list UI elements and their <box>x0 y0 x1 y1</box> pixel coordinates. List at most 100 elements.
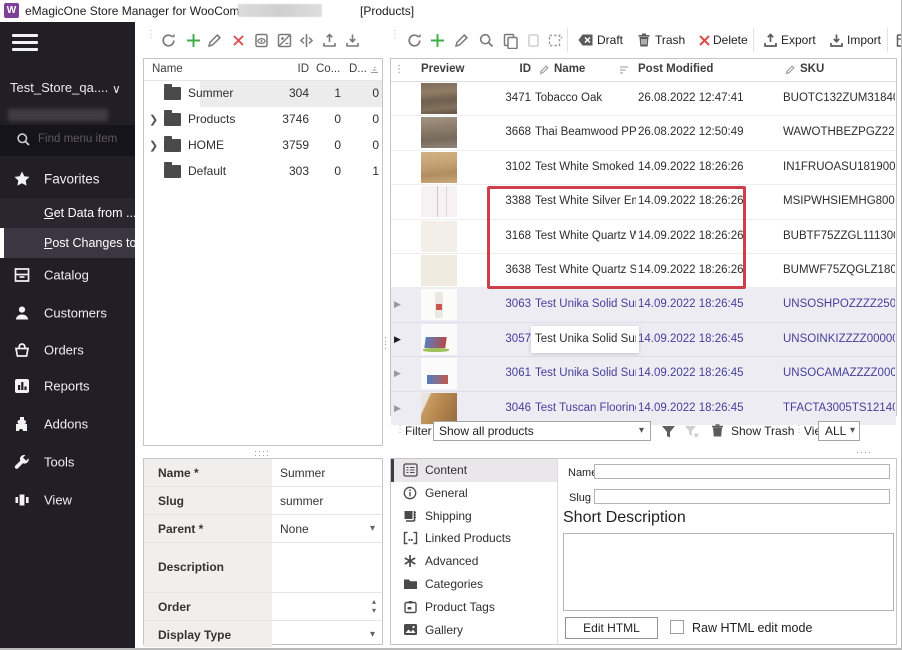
export-button[interactable]: Export <box>781 29 816 51</box>
slug-input[interactable] <box>594 489 890 504</box>
sidebar-item-favorites[interactable]: Favorites <box>0 162 135 196</box>
sidebar-item-catalog[interactable]: Catalog <box>0 258 135 292</box>
add-product-button[interactable] <box>426 29 448 51</box>
sidebar-item-post-changes[interactable]: Post Changes to... <box>0 228 135 258</box>
col-sku[interactable]: SKU <box>800 63 824 75</box>
row-expand-icon[interactable]: ▶ <box>394 299 401 310</box>
col-id[interactable]: ID <box>479 63 531 75</box>
tab-categories[interactable]: Categories <box>391 573 557 596</box>
sidebar-item-get-data[interactable]: Get Data from ... <box>0 198 135 228</box>
edit-category-button[interactable] <box>203 29 225 51</box>
trash-icon[interactable] <box>710 423 725 439</box>
col-name[interactable]: Name <box>554 63 585 75</box>
sidebar-item-reports[interactable]: Reports <box>0 369 135 403</box>
clear-filter-icon[interactable] <box>683 423 700 440</box>
hamburger-menu-icon[interactable] <box>12 34 38 52</box>
name-field[interactable]: Summer <box>280 466 325 480</box>
draft-icon[interactable] <box>575 29 597 51</box>
delete-x-icon[interactable] <box>693 29 715 51</box>
product-row[interactable]: 3168 Test White Quartz Wo 14.09.2022 18:… <box>391 220 896 254</box>
sidebar-item-customers[interactable]: Customers <box>0 296 135 330</box>
product-row[interactable]: 3668 Thai Beamwood PP797 26.08.2022 12:5… <box>391 116 896 150</box>
delete-category-button[interactable] <box>227 29 249 51</box>
export-categories-icon[interactable] <box>318 29 340 51</box>
product-row[interactable]: 3638 Test White Quartz Spla 14.09.2022 1… <box>391 254 896 288</box>
search-products-button[interactable] <box>475 29 497 51</box>
name-input[interactable] <box>594 464 890 479</box>
col-name[interactable]: Name <box>152 63 183 75</box>
product-row[interactable]: 3102 Test White Smoked Oa 14.09.2022 18:… <box>391 151 896 185</box>
row-expand-icon[interactable]: ▶ <box>394 403 401 414</box>
mass-operations-icon[interactable] <box>893 29 902 51</box>
spinner-stepper[interactable]: ▴▾ <box>372 597 376 615</box>
product-row[interactable]: ▶ 3061 Test Unika Solid Surfa 14.09.2022… <box>391 357 896 391</box>
slug-field[interactable]: summer <box>280 494 323 508</box>
horizontal-splitter[interactable]: ········ <box>254 449 270 457</box>
apply-filter-icon[interactable] <box>660 423 677 440</box>
raw-html-checkbox[interactable] <box>670 620 684 634</box>
filterbar-grip[interactable]: ⋮ <box>794 427 800 432</box>
draft-button[interactable]: Draft <box>597 29 623 51</box>
expand-chevron-icon[interactable]: ❯ <box>149 139 158 152</box>
view-dropdown[interactable]: ALL ▾ <box>818 421 860 441</box>
col-count[interactable]: Co... <box>316 63 340 75</box>
product-row-current[interactable]: ▶ 3057 Test Unika Solid Surfa 14.09.2022… <box>391 323 896 357</box>
chevron-down-icon[interactable]: ▾ <box>370 523 375 534</box>
delete-button[interactable]: Delete <box>713 29 748 51</box>
tree-row-summer[interactable]: Summer 304 1 0 <box>144 81 382 107</box>
sidebar-item-view[interactable]: View <box>0 483 135 517</box>
tab-gallery[interactable]: Gallery <box>391 619 557 642</box>
refresh-categories-button[interactable] <box>157 29 179 51</box>
tab-shipping[interactable]: Shipping <box>391 505 557 528</box>
edit-html-button[interactable]: Edit HTML <box>565 617 658 639</box>
import-categories-icon[interactable] <box>341 29 363 51</box>
duplicate-dashed-button[interactable] <box>543 29 565 51</box>
col-id[interactable]: ID <box>264 63 309 75</box>
sidebar-item-orders[interactable]: Orders <box>0 333 135 367</box>
refresh-products-button[interactable] <box>403 29 425 51</box>
tab-advanced[interactable]: Advanced <box>391 550 557 573</box>
product-row[interactable]: 3471 Tobacco Oak 26.08.2022 12:47:41 BUO… <box>391 82 896 116</box>
product-row[interactable]: ▶ 3063 Test Unika Solid Surfa 14.09.2022… <box>391 288 896 322</box>
edit-product-button[interactable] <box>450 29 472 51</box>
split-view-icon[interactable] <box>295 29 317 51</box>
row-expand-icon[interactable]: ▶ <box>394 368 401 379</box>
tree-row-home[interactable]: ❯ HOME 3759 0 0 <box>144 133 382 159</box>
export-icon[interactable] <box>759 29 781 51</box>
tab-linked-products[interactable]: Linked Products <box>391 527 557 550</box>
toolbar-grip[interactable]: ⋮ <box>146 32 152 37</box>
sidebar-item-tools[interactable]: Tools <box>0 445 135 479</box>
menu-search[interactable]: Find menu item <box>0 125 135 156</box>
category-tree-header[interactable]: Name ID Co... D... <box>144 59 382 81</box>
trash-icon[interactable] <box>633 29 655 51</box>
import-icon[interactable] <box>825 29 847 51</box>
chevron-down-icon[interactable]: ▾ <box>370 629 375 640</box>
image-adjust-icon[interactable] <box>273 29 295 51</box>
tab-content[interactable]: Content <box>391 459 557 482</box>
tree-row-default[interactable]: Default 303 0 1 <box>144 159 382 185</box>
import-button[interactable]: Import <box>847 29 881 51</box>
col-modified[interactable]: Post Modified <box>638 63 713 75</box>
col-d[interactable]: D... <box>349 63 367 75</box>
toolbar-grip[interactable]: ⋮ <box>390 32 396 37</box>
copy-product-button[interactable] <box>499 29 521 51</box>
sidebar-item-addons[interactable]: Addons <box>0 407 135 441</box>
tab-general[interactable]: General <box>391 482 557 505</box>
filterbar-grip[interactable]: ⋮ <box>395 427 401 432</box>
clipboard-preview-icon[interactable] <box>250 29 272 51</box>
show-trash-button[interactable]: Show Trash <box>731 424 794 438</box>
filter-dropdown[interactable]: Show all products ▾ <box>433 421 651 441</box>
paste-product-button[interactable] <box>522 29 544 51</box>
parent-dropdown[interactable]: None <box>280 522 309 536</box>
tab-product-tags[interactable]: Product Tags <box>391 596 557 619</box>
col-preview[interactable]: Preview <box>421 63 464 75</box>
tree-row-products[interactable]: ❯ Products 3746 0 0 <box>144 107 382 133</box>
expand-chevron-icon[interactable]: ❯ <box>149 113 158 126</box>
header-grip[interactable]: ⋮ <box>394 67 400 72</box>
short-description-textarea[interactable] <box>563 533 894 611</box>
store-selector[interactable]: Test_Store_qa.... ∨ <box>0 80 135 106</box>
add-category-button[interactable] <box>182 29 204 51</box>
product-row[interactable]: 3388 Test White Silver Embe 14.09.2022 1… <box>391 185 896 219</box>
trash-button[interactable]: Trash <box>655 29 685 51</box>
current-row-arrow-icon[interactable]: ▶ <box>394 334 401 345</box>
